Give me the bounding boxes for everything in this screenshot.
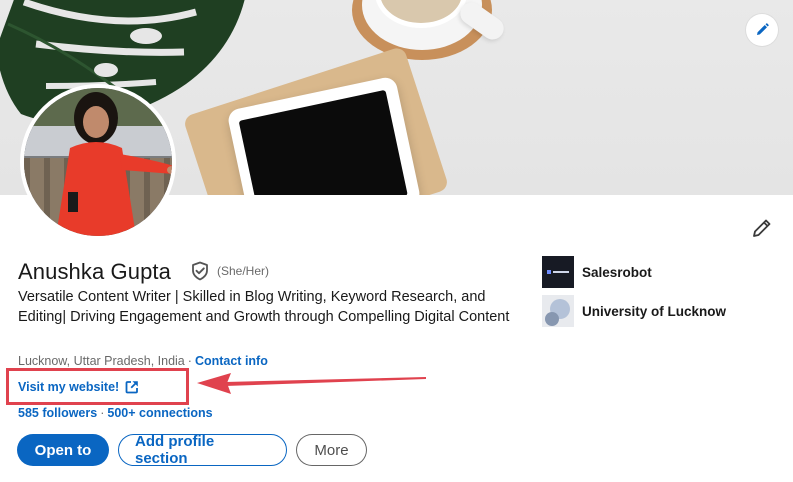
shield-check-icon[interactable] <box>190 261 210 281</box>
org-university-of-lucknow[interactable]: University of Lucknow <box>542 295 726 327</box>
connections-link[interactable]: 500+ connections <box>107 406 212 420</box>
open-to-button[interactable]: Open to <box>17 434 109 466</box>
pencil-icon <box>757 23 769 35</box>
location-text: Lucknow, Uttar Pradesh, India <box>18 354 185 368</box>
org-name-university: University of Lucknow <box>582 303 727 319</box>
profile-photo[interactable] <box>20 84 176 240</box>
org-name-salesrobot: Salesrobot <box>582 264 652 280</box>
salesrobot-logo <box>542 256 574 288</box>
visit-website-link[interactable]: Visit my website! <box>18 379 119 395</box>
add-profile-section-button[interactable]: Add profile section <box>118 433 287 467</box>
stats-separator: · <box>100 406 105 420</box>
website-row[interactable]: Visit my website! <box>18 378 139 396</box>
network-stats: 585 followers · 500+ connections <box>18 405 213 421</box>
more-button[interactable]: More <box>296 434 367 466</box>
profile-photo-image <box>24 88 172 236</box>
pencil-icon <box>753 219 771 237</box>
annotation-arrow <box>197 373 426 394</box>
org-salesrobot[interactable]: Salesrobot <box>542 256 652 288</box>
tablet-screen <box>238 89 408 195</box>
separator-dot: · <box>187 354 192 368</box>
edit-cover-button[interactable] <box>746 14 778 46</box>
profile-name: Anushka Gupta <box>18 259 171 284</box>
pronouns: (She/Her) <box>217 264 270 278</box>
followers-link[interactable]: 585 followers <box>18 406 97 420</box>
profile-headline: Versatile Content Writer | Skilled in Bl… <box>18 289 510 325</box>
external-link-icon <box>125 381 139 394</box>
edit-profile-button[interactable] <box>748 214 776 242</box>
university-logo <box>542 295 574 327</box>
profile-actions: Open to Add profile section More <box>17 433 367 467</box>
